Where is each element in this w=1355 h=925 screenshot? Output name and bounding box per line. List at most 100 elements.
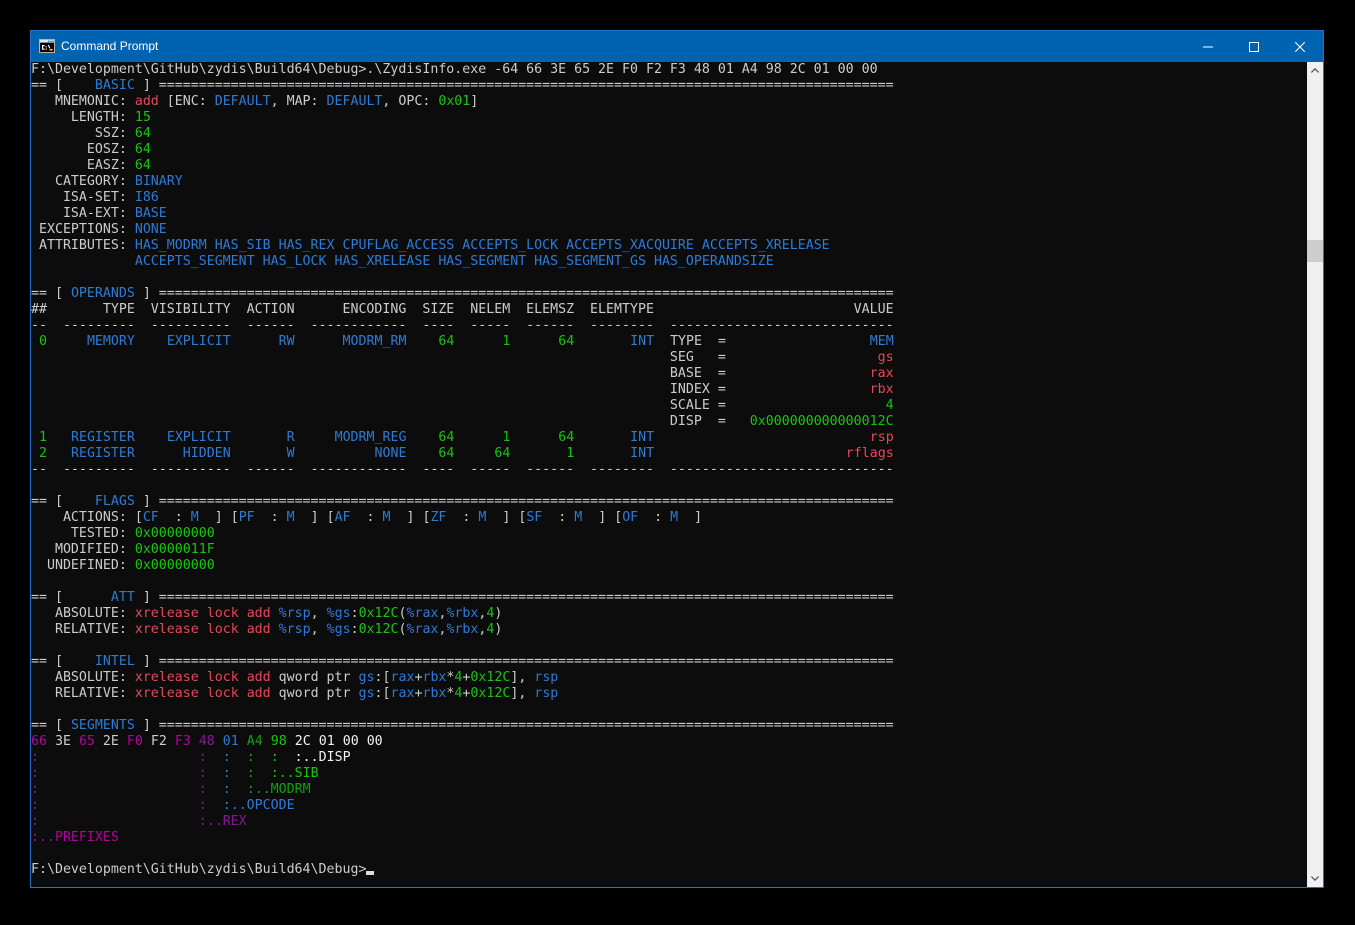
text-run [406,334,438,349]
text-run [255,766,271,781]
close-button[interactable] [1277,31,1323,62]
text-run: rax [870,366,894,381]
text-run: BASIC [95,78,135,93]
terminal-line: DISP = 0x000000000000012C [31,414,894,430]
console-viewport[interactable]: F:\Development\GitHub\zydis\Build64\Debu… [31,62,1323,887]
terminal-line: RELATIVE: xrelease lock add qword ptr gs… [31,686,894,702]
text-run: INT [630,446,654,461]
terminal-output: F:\Development\GitHub\zydis\Build64\Debu… [31,62,894,878]
text-run: 64 [438,430,454,445]
text-run [231,430,287,445]
text-run: INDEX = [31,382,870,397]
text-run: 15 [135,110,151,125]
text-run [231,750,247,765]
text-run: ] [ [391,510,431,525]
text-run: %rsp [279,606,311,621]
text-run [39,766,199,781]
text-run: :..OPCODE [223,798,295,813]
terminal-line: == [ SEGMENTS ] ========================… [31,718,894,734]
text-run [295,430,335,445]
text-run: rsp [534,686,558,701]
terminal-line: F:\Development\GitHub\zydis\Build64\Debu… [31,862,894,878]
text-run: ] ======================================… [135,78,894,93]
text-run: %rbx [446,606,478,621]
text-run: SCALE = [31,398,886,413]
text-run [47,334,87,349]
text-run: : [247,750,255,765]
text-run [454,430,502,445]
maximize-button[interactable] [1231,31,1277,62]
text-run [239,622,247,637]
text-run: ) [494,622,502,637]
text-run: MEM [870,334,894,349]
text-run [199,686,207,701]
text-run [135,334,167,349]
text-run: F3 [175,734,191,749]
text-run: == [ [31,494,95,509]
text-run: 48 [199,734,215,749]
terminal-line: 1 REGISTER EXPLICIT R MODRM_REG 64 1 64 … [31,430,894,446]
text-run [207,766,223,781]
text-run: 64 [135,142,151,157]
text-run [47,430,71,445]
text-run: DEFAULT [215,94,271,109]
text-run: 0x12C [470,686,510,701]
text-run: == [ [31,78,95,93]
text-run: W [287,446,295,461]
text-run [215,734,223,749]
text-run [31,430,39,445]
text-run: %rbx [446,622,478,637]
text-run: TYPE = [654,334,870,349]
text-run: ] ======================================… [135,286,894,301]
scroll-down-button[interactable] [1307,870,1323,887]
text-run: ( [399,622,407,637]
text-run: M [287,510,295,525]
scrollbar-thumb[interactable] [1307,240,1323,262]
titlebar[interactable]: Command Prompt [31,31,1323,62]
text-run: ], [510,686,534,701]
text-run: rbx [422,686,446,701]
text-run: ABSOLUTE: [31,606,135,621]
terminal-line: 0 MEMORY EXPLICIT RW MODRM_RM 64 1 64 IN… [31,334,894,350]
text-run: 64 [494,446,510,461]
text-run: BASE = [31,366,870,381]
text-run: :..MODRM [247,782,311,797]
text-run: == [ [31,654,95,669]
text-run: ISA-SET: [31,190,135,205]
text-run: 98 [271,734,287,749]
text-run: : [247,766,255,781]
text-run [47,446,71,461]
text-run: : [271,750,279,765]
text-run: REGISTER [71,430,135,445]
text-run: : [199,750,207,765]
text-run: CATEGORY: [31,174,135,189]
text-run: -- --------- ---------- ------ ---------… [31,318,894,333]
text-run: ] ======================================… [135,718,894,733]
vertical-scrollbar[interactable] [1307,62,1323,887]
text-run: xrelease [135,670,199,685]
text-run: 65 [79,734,95,749]
text-cursor [366,871,374,875]
text-run [207,750,223,765]
scroll-up-button[interactable] [1307,62,1323,79]
terminal-line: LENGTH: 15 [31,110,894,126]
text-run [39,750,199,765]
text-run: EASZ: [31,158,135,173]
terminal-line: EASZ: 64 [31,158,894,174]
text-run: 64 [438,334,454,349]
text-run: 0x00000000 [135,558,215,573]
text-run: rsp [870,430,894,445]
text-run: %rsp [279,622,311,637]
terminal-line: == [ FLAGS ] ===========================… [31,494,894,510]
minimize-button[interactable] [1185,31,1231,62]
text-run [287,734,295,749]
text-run: 64 [438,446,454,461]
text-run [454,334,502,349]
text-run [239,606,247,621]
text-run: 0x00000000 [135,526,215,541]
text-run: M [670,510,678,525]
text-run: lock [207,670,239,685]
terminal-line: : :..REX [31,814,894,830]
text-run [279,750,295,765]
text-run: %gs [327,606,351,621]
